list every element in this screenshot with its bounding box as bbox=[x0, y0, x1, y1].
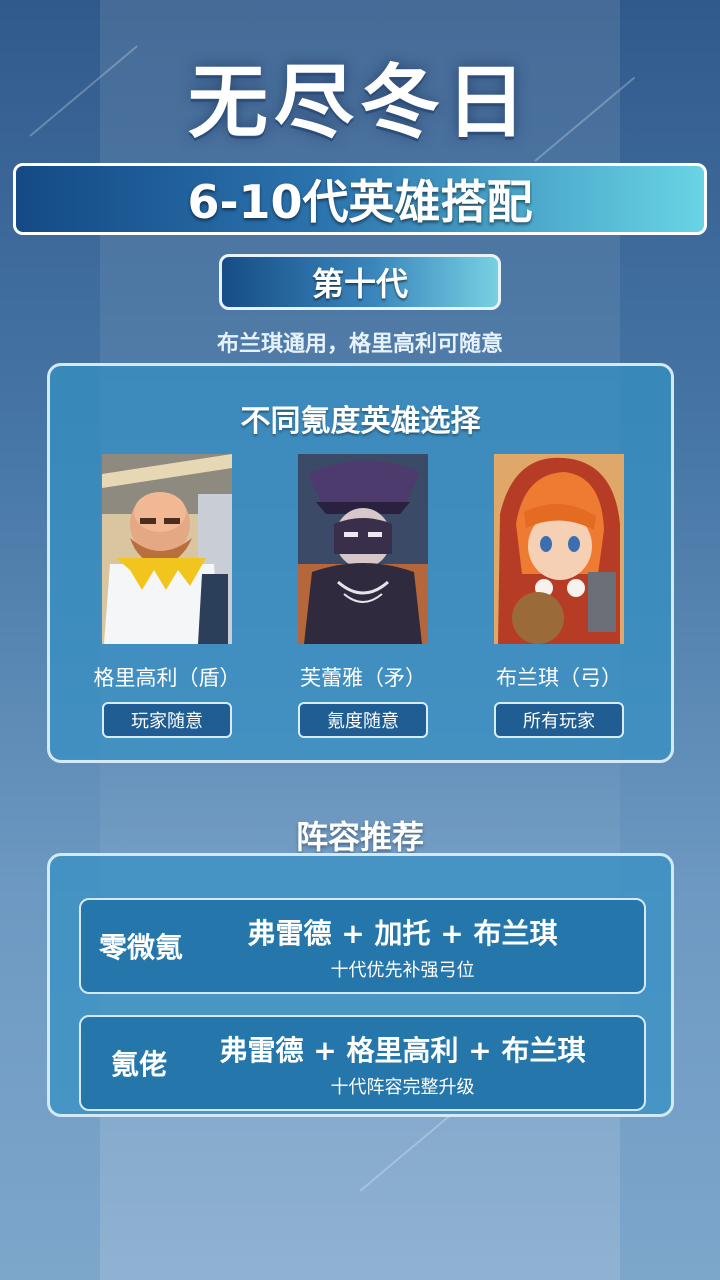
lineup-title: 阵容推荐 bbox=[295, 818, 424, 856]
background-streak bbox=[359, 1113, 453, 1192]
lineup-row-free[interactable]: 零微氪 弗雷德 + 加托 + 布兰琪 十代优先补强弓位 bbox=[79, 898, 646, 994]
lineup-note: 十代优先补强弓位 bbox=[330, 960, 475, 981]
generation-note: 布兰琪通用，格里高利可随意 bbox=[216, 332, 503, 357]
hero-selection-heading: 不同氪度英雄选择 bbox=[240, 404, 481, 439]
hero-card-freya[interactable]: 芙蕾雅（矛） 氪度随意 bbox=[288, 454, 438, 738]
lineup-combo: 弗雷德 + 加托 + 布兰琪 bbox=[247, 917, 558, 950]
hero-tag: 玩家随意 bbox=[102, 702, 232, 738]
lineup-panel: 零微氪 弗雷德 + 加托 + 布兰琪 十代优先补强弓位 氪佬 弗雷德 + 格里高… bbox=[47, 853, 674, 1117]
page-title: 无尽冬日 bbox=[188, 56, 532, 149]
hero-name: 布兰琪（弓） bbox=[496, 666, 622, 690]
hero-name: 芙蕾雅（矛） bbox=[300, 666, 426, 690]
hero-tag: 氪度随意 bbox=[298, 702, 428, 738]
hero-name: 格里高利（盾） bbox=[93, 666, 241, 690]
hero-selection-panel: 不同氪度英雄选择 格里高利（盾） 玩家随意 芙蕾雅（矛） 氪度随意 布兰琪（弓）… bbox=[47, 363, 674, 763]
hero-tag: 所有玩家 bbox=[494, 702, 624, 738]
blanchette-portrait bbox=[494, 454, 624, 644]
hero-card-blanchette[interactable]: 布兰琪（弓） 所有玩家 bbox=[484, 454, 634, 738]
generation-label: 第十代 bbox=[219, 254, 501, 310]
lineup-note: 十代阵容完整升级 bbox=[330, 1077, 475, 1098]
freya-portrait bbox=[298, 454, 428, 644]
lineup-row-whale[interactable]: 氪佬 弗雷德 + 格里高利 + 布兰琪 十代阵容完整升级 bbox=[79, 1015, 646, 1111]
lineup-combo: 弗雷德 + 格里高利 + 布兰琪 bbox=[219, 1034, 586, 1067]
hero-card-gregory[interactable]: 格里高利（盾） 玩家随意 bbox=[92, 454, 242, 738]
gregory-portrait bbox=[102, 454, 232, 644]
subtitle-banner: 6-10代英雄搭配 bbox=[13, 163, 707, 235]
